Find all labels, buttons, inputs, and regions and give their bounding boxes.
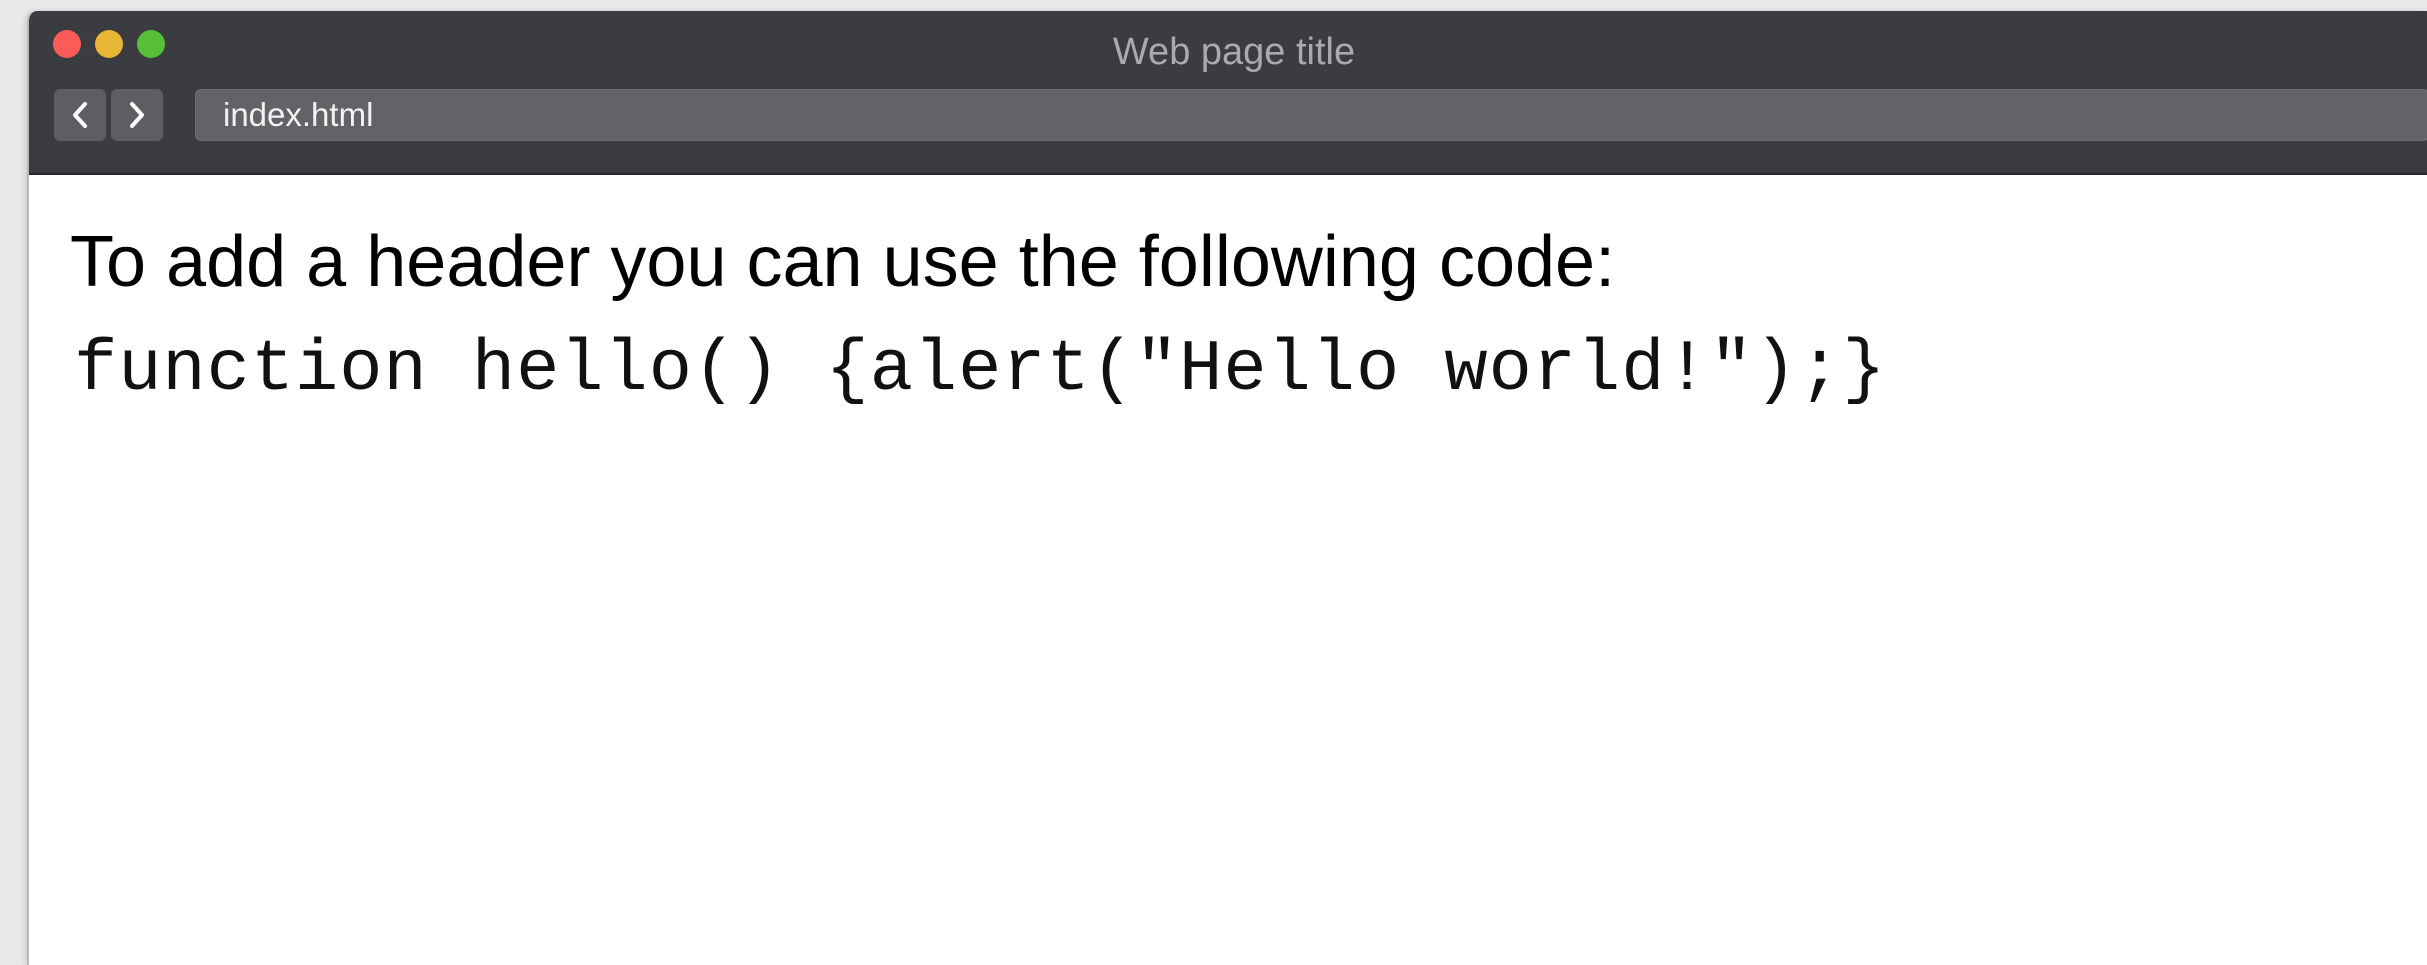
chevron-right-icon (130, 102, 144, 128)
back-button[interactable] (54, 89, 106, 141)
forward-button[interactable] (111, 89, 163, 141)
browser-window: Web page title index.html To add a heade… (27, 11, 2427, 965)
window-title: Web page title (1112, 31, 1356, 73)
browser-chrome: Web page title index.html (29, 11, 2427, 175)
page-heading: To add a header you can use the followin… (70, 222, 1616, 302)
code-snippet: function hello() {alert("Hello world!");… (74, 329, 1887, 411)
address-text: index.html (223, 96, 374, 133)
address-bar[interactable]: index.html (195, 89, 2427, 141)
chevron-left-icon (73, 102, 87, 128)
page-content: To add a header you can use the followin… (29, 175, 2427, 965)
